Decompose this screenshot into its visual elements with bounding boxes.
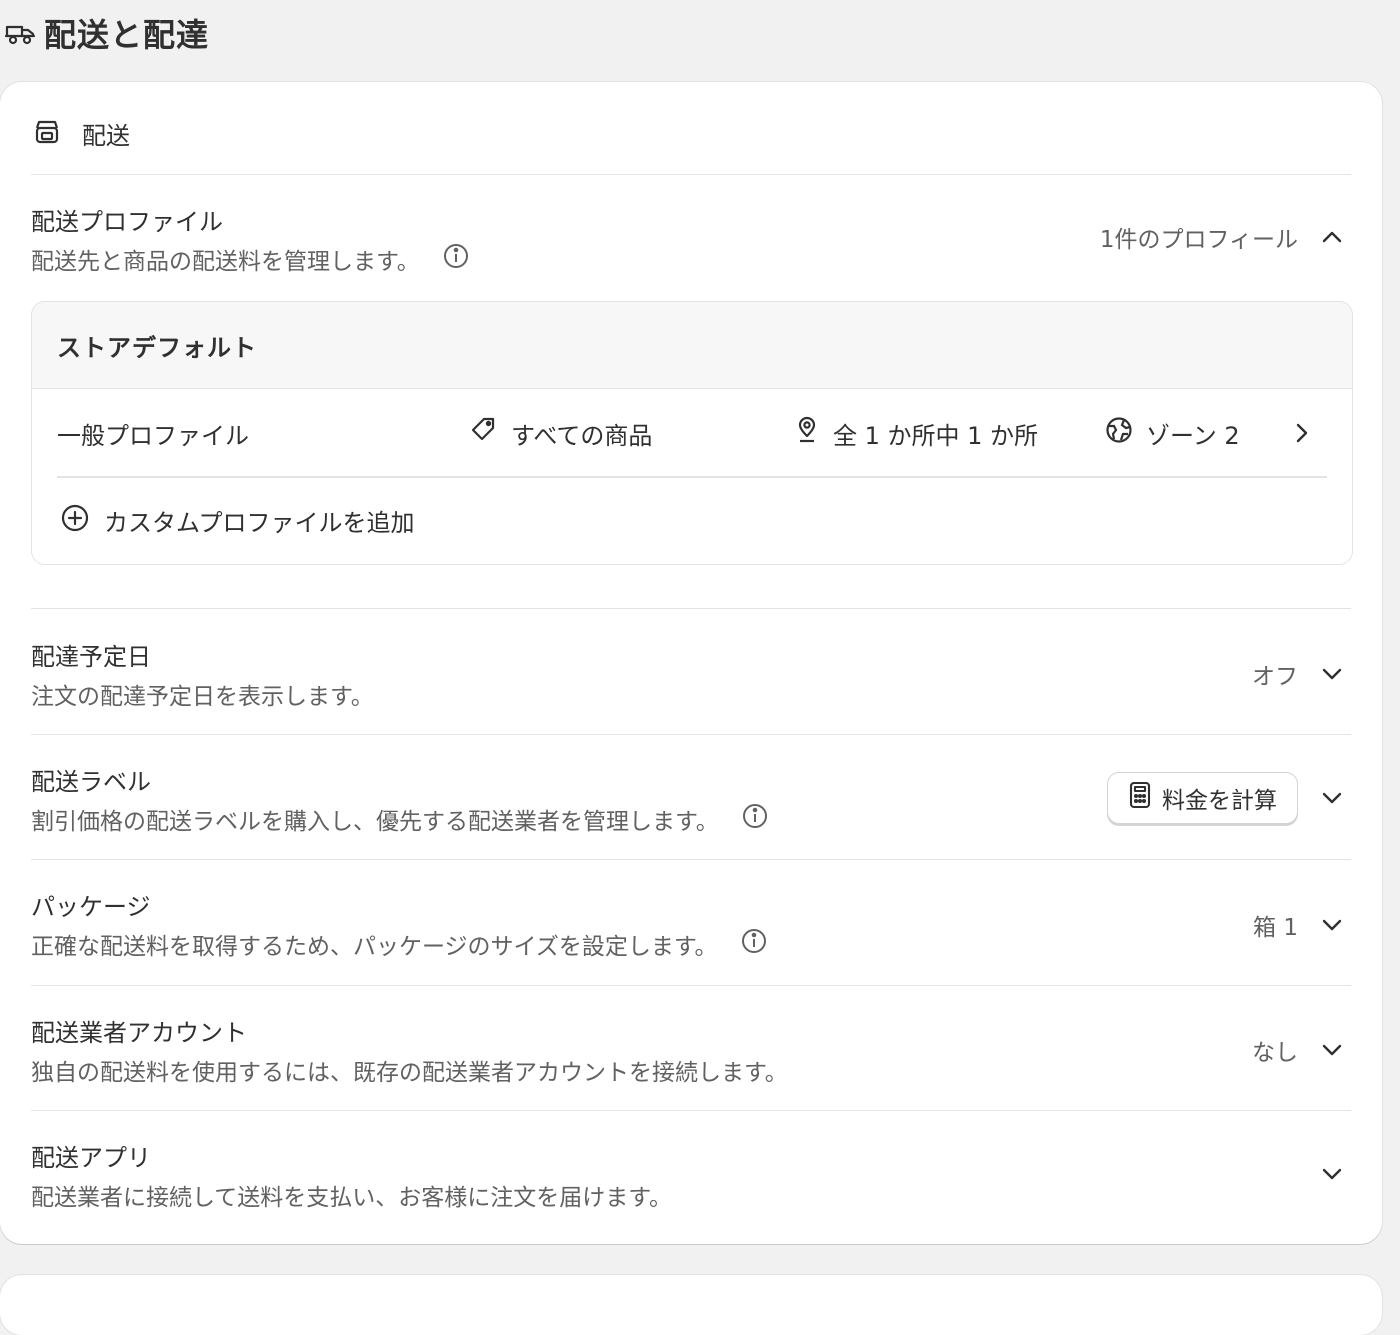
profile-locations: 全 1 か所中 1 か所: [793, 390, 1038, 476]
profile-group-header: ストアデフォルト: [32, 302, 1352, 389]
chevron-right-icon[interactable]: [1295, 390, 1309, 476]
divider: [31, 608, 1351, 609]
page-title: 配送と配達: [44, 16, 210, 54]
page-header: 配送と配達: [4, 10, 209, 56]
chevron-down-icon[interactable]: [1320, 662, 1344, 686]
delivery-date-title: 配達予定日: [31, 643, 151, 671]
info-icon[interactable]: [740, 927, 768, 961]
carrier-accounts-title: 配送業者アカウント: [31, 1019, 247, 1047]
delivery-date-toggle[interactable]: オフ: [1252, 657, 1344, 691]
packages-title: パッケージ: [31, 893, 151, 921]
profiles-box: ストアデフォルト 一般プロファイル すべての商品 全 1 か所中 1 か所 ゾー…: [31, 301, 1353, 565]
packages-toggle[interactable]: 箱 1: [1253, 908, 1344, 942]
info-icon[interactable]: [741, 802, 769, 836]
profile-products: すべての商品: [469, 390, 652, 476]
packages-desc-row: 正確な配送料を取得するため、パッケージのサイズを設定します。: [31, 927, 768, 961]
store-icon: [32, 117, 62, 151]
carrier-accounts-toggle[interactable]: なし: [1252, 1033, 1344, 1067]
divider: [31, 859, 1351, 860]
chevron-down-icon[interactable]: [1320, 1038, 1344, 1062]
divider: [31, 734, 1351, 735]
calculate-rates-button[interactable]: 料金を計算: [1107, 772, 1298, 824]
delivery-date-desc: 注文の配達予定日を表示します。: [31, 684, 374, 710]
profile-row-general[interactable]: 一般プロファイル すべての商品 全 1 か所中 1 か所 ゾーン 2: [57, 390, 1327, 476]
delivery-date-value: オフ: [1252, 664, 1298, 690]
calculator-icon: [1128, 781, 1152, 815]
profile-locations-label: 全 1 か所中 1 か所: [833, 421, 1039, 450]
location-pin-icon: [793, 415, 821, 451]
add-custom-profile-button[interactable]: カスタムプロファイルを追加: [60, 478, 415, 562]
profiles-title: 配送プロファイル: [31, 208, 223, 236]
packages-value: 箱 1: [1253, 915, 1298, 941]
plus-circle-icon: [60, 503, 90, 537]
divider: [31, 174, 1351, 175]
profiles-desc: 配送先と商品の配送料を管理します。: [31, 249, 420, 275]
divider: [31, 985, 1351, 986]
profiles-desc-row: 配送先と商品の配送料を管理します。: [31, 242, 470, 276]
profile-zones: ゾーン 2: [1104, 390, 1240, 476]
carrier-accounts-value: なし: [1252, 1040, 1298, 1066]
shipping-labels-desc: 割引価格の配送ラベルを購入し、優先する配送業者を管理します。: [31, 809, 719, 835]
profile-group-title: ストアデフォルト: [57, 333, 257, 362]
shipping-apps-desc: 配送業者に接続して送料を支払い、お客様に注文を届けます。: [31, 1185, 673, 1211]
tag-icon: [469, 416, 497, 450]
shipping-labels-title: 配送ラベル: [31, 768, 151, 796]
chevron-down-icon[interactable]: [1320, 1162, 1344, 1186]
card-header-label: 配送: [82, 122, 130, 150]
profile-zones-label: ゾーン 2: [1146, 421, 1240, 450]
shipping-apps-title: 配送アプリ: [31, 1144, 151, 1172]
shipping-labels-desc-row: 割引価格の配送ラベルを購入し、優先する配送業者を管理します。: [31, 802, 769, 836]
profiles-summary: 1件のプロフィール: [1099, 227, 1298, 253]
globe-icon: [1104, 415, 1134, 451]
shipping-apps-toggle[interactable]: [1298, 1162, 1344, 1186]
shipping-labels-controls: 料金を計算: [1107, 772, 1344, 824]
add-custom-profile-label: カスタムプロファイルを追加: [104, 508, 415, 537]
info-icon[interactable]: [442, 242, 470, 276]
chevron-down-icon[interactable]: [1320, 913, 1344, 937]
shipping-card: 配送 配送プロファイル 配送先と商品の配送料を管理します。 1件のプロフィール …: [0, 82, 1382, 1244]
calculate-rates-label: 料金を計算: [1162, 788, 1277, 814]
next-card: [0, 1275, 1382, 1335]
carrier-accounts-desc: 独自の配送料を使用するには、既存の配送業者アカウントを接続します。: [31, 1060, 788, 1086]
divider: [31, 1110, 1351, 1111]
chevron-up-icon[interactable]: [1320, 225, 1344, 249]
card-header: 配送: [32, 116, 130, 151]
chevron-down-icon[interactable]: [1320, 786, 1344, 810]
profiles-toggle[interactable]: 1件のプロフィール: [1100, 220, 1344, 254]
profile-name: 一般プロファイル: [57, 421, 249, 450]
profile-products-label: すべての商品: [511, 421, 653, 450]
packages-desc: 正確な配送料を取得するため、パッケージのサイズを設定します。: [31, 934, 718, 960]
truck-icon: [4, 18, 38, 48]
